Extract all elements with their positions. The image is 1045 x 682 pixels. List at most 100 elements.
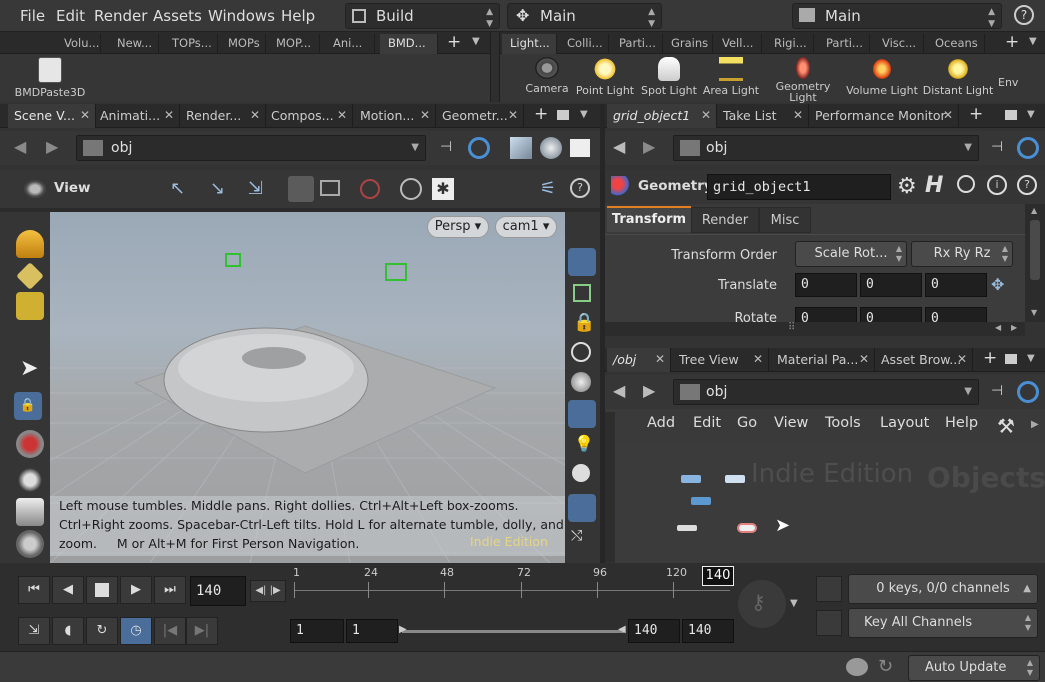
- ortho-grid-icon[interactable]: [573, 284, 591, 302]
- range-start-handle[interactable]: ▶: [399, 624, 407, 635]
- shelf-tab[interactable]: MOPs: [220, 34, 266, 54]
- persp-menu[interactable]: Persp ▾: [427, 216, 489, 238]
- tab-composite[interactable]: Compos... ✕: [265, 104, 353, 128]
- help-icon[interactable]: ?: [1017, 175, 1037, 195]
- shelf-tab[interactable]: Ani...: [325, 34, 375, 54]
- spot-light-tool[interactable]: Spot Light: [638, 57, 700, 97]
- play-button[interactable]: ▶: [120, 576, 152, 604]
- move-tool-icon[interactable]: ↘: [210, 178, 225, 199]
- link-icon[interactable]: [1017, 137, 1039, 159]
- node-name-field[interactable]: grid_object1: [707, 174, 891, 200]
- scroll-down-icon[interactable]: ▼: [1031, 308, 1037, 317]
- close-icon[interactable]: ✕: [337, 104, 347, 127]
- chevron-down-icon[interactable]: ▼: [790, 598, 798, 609]
- maximize-icon[interactable]: [1005, 110, 1017, 120]
- env-tool[interactable]: Env: [998, 77, 1028, 89]
- shelf-tab[interactable]: Parti...: [611, 34, 663, 54]
- grid-object1-node[interactable]: [737, 523, 757, 533]
- viewer-path-field[interactable]: obj ▼: [76, 135, 426, 161]
- maximize-icon[interactable]: [1005, 354, 1017, 364]
- gear-icon[interactable]: ⚙: [897, 174, 917, 199]
- distant-light-tool[interactable]: Distant Light: [922, 57, 994, 97]
- add-tab-icon[interactable]: +: [534, 104, 548, 124]
- global-end-field[interactable]: 140: [682, 619, 734, 643]
- param-path-field[interactable]: obj ▼: [673, 135, 979, 161]
- tab-obj-network[interactable]: /obj ✕: [607, 348, 671, 372]
- shelf-tab[interactable]: MOP...: [268, 34, 320, 54]
- ambient-occlusion-icon[interactable]: [568, 494, 596, 522]
- global-start-field[interactable]: 1: [290, 619, 344, 643]
- tab-menu-icon[interactable]: ▼: [580, 109, 588, 120]
- menu-assets[interactable]: Assets: [153, 7, 202, 25]
- reel-icon[interactable]: [16, 530, 44, 558]
- network-editor[interactable]: Indie Edition Objects ➤: [615, 445, 1045, 563]
- close-icon[interactable]: ✕: [753, 348, 763, 371]
- shelf-tab-active[interactable]: Light...: [502, 34, 557, 54]
- render-icon[interactable]: [16, 430, 44, 458]
- close-icon[interactable]: ✕: [420, 104, 430, 127]
- light-node[interactable]: [725, 475, 745, 483]
- network-menu-help[interactable]: Help: [945, 415, 978, 431]
- grid-node[interactable]: [677, 525, 697, 531]
- shelf-tab[interactable]: New...: [109, 34, 159, 54]
- close-icon[interactable]: ✕: [250, 104, 260, 127]
- subtab-render[interactable]: Render: [691, 207, 759, 233]
- pointer-icon[interactable]: ➤: [20, 356, 38, 381]
- curve-editor-icon[interactable]: [816, 610, 842, 636]
- tab-take-list[interactable]: Take List ✕: [717, 104, 809, 128]
- lock-icon[interactable]: 🔒: [14, 392, 42, 420]
- light-bulb-icon[interactable]: 💡: [574, 434, 594, 453]
- drag-handle-icon[interactable]: ⠿: [788, 322, 795, 333]
- next-key-button[interactable]: ▶|: [186, 617, 218, 645]
- add-tab-icon[interactable]: +: [447, 32, 461, 52]
- close-icon[interactable]: ✕: [80, 104, 90, 127]
- sync-keys-icon[interactable]: [816, 576, 842, 602]
- padlock-icon[interactable]: 🔒: [573, 312, 595, 333]
- tab-menu-icon[interactable]: ▼: [1029, 36, 1037, 47]
- scroll-thumb[interactable]: [1030, 220, 1040, 280]
- close-icon[interactable]: ✕: [957, 348, 967, 371]
- info-icon[interactable]: i: [987, 175, 1007, 195]
- tab-tree-view[interactable]: Tree View ✕: [673, 348, 769, 372]
- add-tab-icon[interactable]: +: [983, 348, 997, 368]
- key-button[interactable]: ⚷: [738, 580, 786, 628]
- keys-channels-menu[interactable]: 0 keys, 0/0 channels ▲: [848, 574, 1038, 604]
- add-tab-icon[interactable]: +: [969, 104, 983, 124]
- jump-end-button[interactable]: ⏭: [154, 576, 186, 604]
- tab-parameters[interactable]: grid_object1 ✕: [607, 104, 717, 128]
- forward-icon[interactable]: ▶: [46, 137, 58, 156]
- pin-icon[interactable]: ⊣: [991, 139, 1003, 155]
- settings-sliders-icon[interactable]: ⚟: [540, 178, 556, 199]
- refresh-icon[interactable]: ↻: [878, 656, 893, 677]
- transform-order-menu[interactable]: Scale Rot... ▲ ▼: [795, 241, 907, 267]
- network-menu-tools[interactable]: Tools: [825, 415, 861, 431]
- tab-geometry[interactable]: Geometr... ✕: [436, 104, 524, 128]
- realtime-toggle-button[interactable]: ⇲: [18, 617, 50, 645]
- tab-scene-view[interactable]: Scene V... ✕: [8, 104, 96, 128]
- close-icon[interactable]: ✕: [508, 104, 518, 127]
- ghost-icon[interactable]: [571, 342, 591, 362]
- prev-key-button[interactable]: |◀: [154, 617, 186, 645]
- translate-handle-icon[interactable]: ✥: [991, 275, 1004, 294]
- camera-marker-icon[interactable]: [225, 253, 241, 267]
- shelf-tab[interactable]: Volu...: [56, 34, 101, 54]
- 3d-viewport[interactable]: Persp ▾ cam1 ▾ Left mouse tumbles. Middl…: [50, 208, 565, 563]
- scroll-left-icon[interactable]: ◀: [995, 323, 1001, 332]
- shelf-tab[interactable]: Visc...: [874, 34, 924, 54]
- close-icon[interactable]: ✕: [655, 348, 665, 371]
- volume-light-tool[interactable]: Volume Light: [846, 57, 918, 97]
- translate-z-field[interactable]: 0: [925, 273, 987, 297]
- forward-icon[interactable]: ▶: [643, 137, 655, 156]
- current-frame-field[interactable]: 140: [190, 576, 246, 606]
- help-icon[interactable]: ?: [1014, 5, 1034, 25]
- network-path-field[interactable]: obj ▼: [673, 379, 979, 405]
- playback-start-field[interactable]: 1: [346, 619, 398, 643]
- close-icon[interactable]: ✕: [859, 348, 869, 371]
- tab-render[interactable]: Render... ✕: [180, 104, 266, 128]
- render-region-icon[interactable]: [400, 178, 422, 200]
- select-tool-icon[interactable]: ↖: [170, 178, 185, 199]
- network-menu-edit[interactable]: Edit: [693, 415, 721, 431]
- camera-menu[interactable]: cam1 ▾: [495, 216, 557, 238]
- menu-edit[interactable]: Edit: [56, 7, 85, 25]
- close-icon[interactable]: ✕: [701, 104, 711, 127]
